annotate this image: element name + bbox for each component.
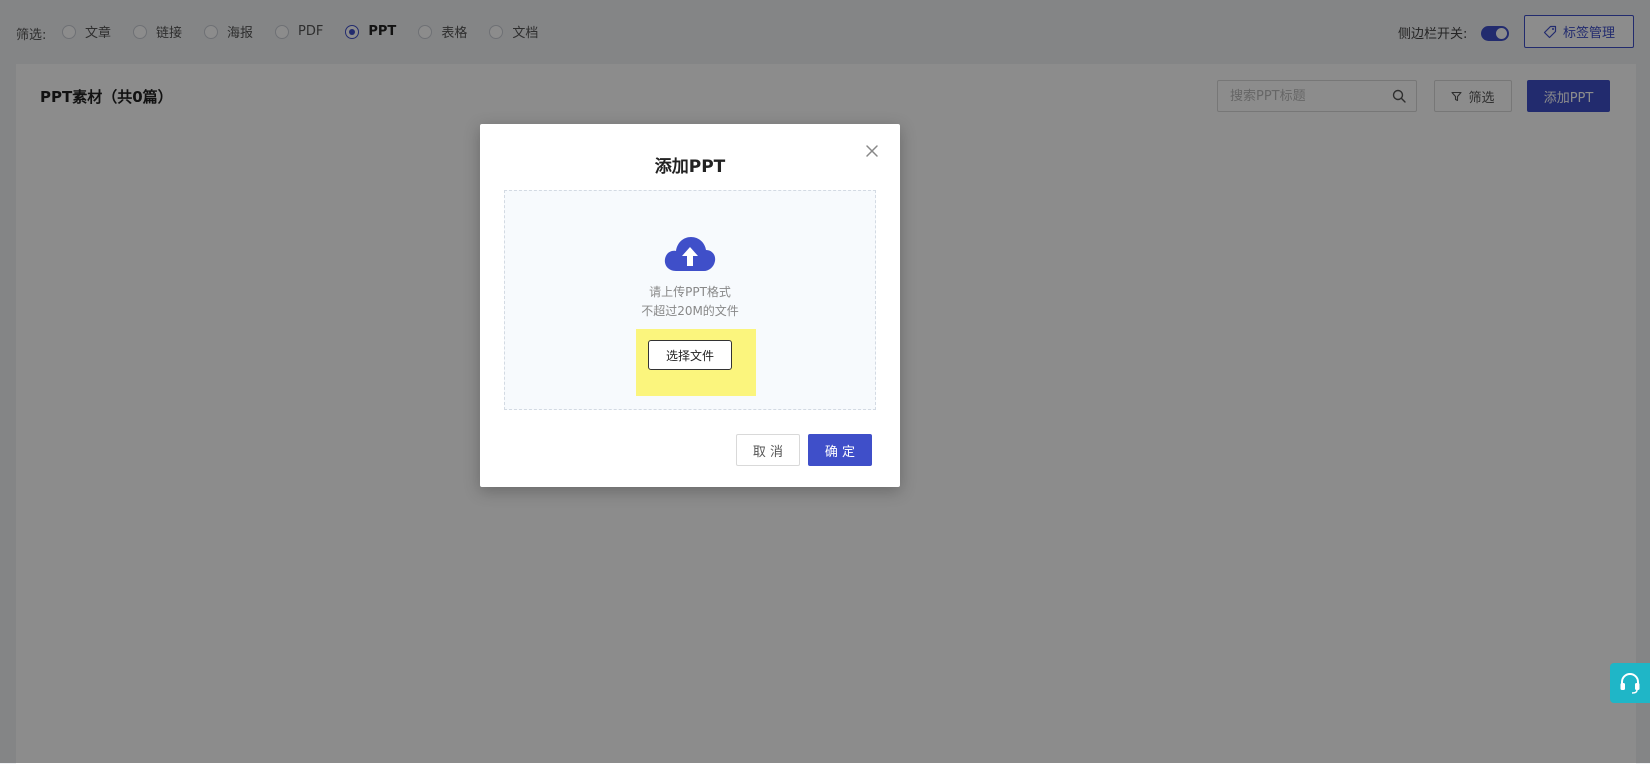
dialog-title: 添加PPT [654,157,726,177]
customer-service-button[interactable] [1610,663,1650,703]
upload-dropzone[interactable]: 请上传PPT格式 不超过20M的文件 选择文件 [504,190,876,410]
highlight-box: 选择文件 [636,329,756,396]
close-icon[interactable] [864,143,880,159]
upload-hint-format: 请上传PPT格式 [649,285,731,299]
choose-file-button[interactable]: 选择文件 [648,340,732,370]
upload-hint-size: 不超过20M的文件 [641,304,739,318]
confirm-button[interactable]: 确 定 [808,434,872,466]
cancel-button[interactable]: 取 消 [736,434,800,466]
cloud-upload-icon [664,237,716,271]
headset-icon [1620,672,1640,694]
add-ppt-dialog: 添加PPT 请上传PPT格式 不超过20M的文件 选择文件 取 消 确 定 [480,124,900,487]
